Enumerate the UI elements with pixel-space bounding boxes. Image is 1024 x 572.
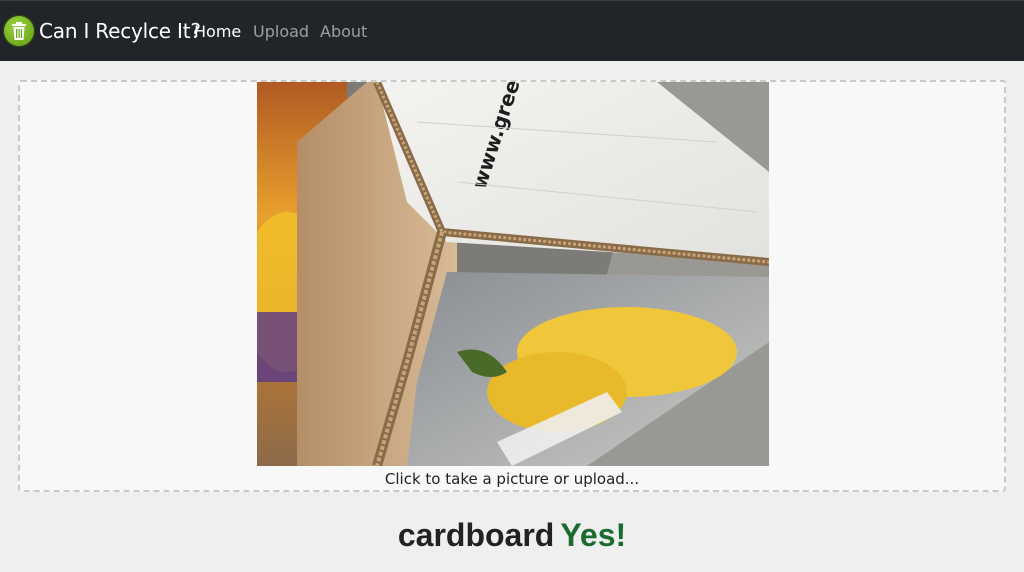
navbar: Can I Recylce It? Home Upload About <box>0 0 1024 61</box>
result-material: cardboard <box>397 517 555 553</box>
upload-caption: Click to take a picture or upload... <box>384 470 640 488</box>
upload-dropzone[interactable]: www.green Click to take a picture or upl… <box>18 80 1006 492</box>
nav-about[interactable]: About <box>320 22 367 42</box>
brand[interactable]: Can I Recylce It? <box>3 15 201 47</box>
brand-title: Can I Recylce It? <box>39 19 201 43</box>
uploaded-photo[interactable]: www.green <box>257 82 769 466</box>
trash-can-icon <box>3 15 35 47</box>
result-verdict: Yes! <box>560 517 627 553</box>
nav-upload[interactable]: Upload <box>253 22 309 42</box>
nav-home[interactable]: Home <box>194 22 241 42</box>
result-line: cardboard Yes! <box>0 517 1024 554</box>
